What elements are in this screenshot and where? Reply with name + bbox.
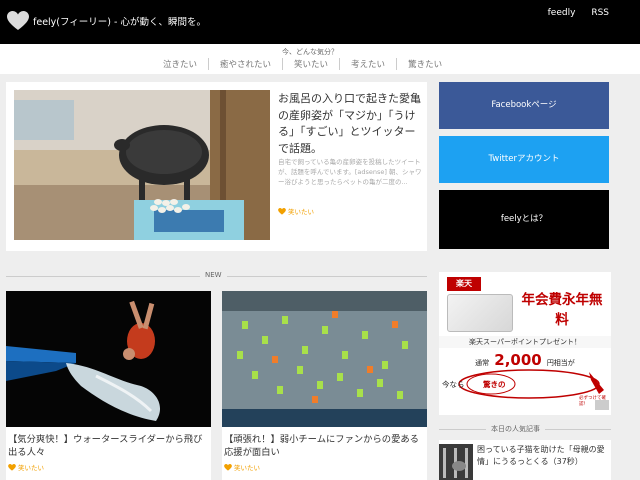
mood-laugh-link[interactable]: 笑いたい — [283, 58, 341, 70]
card-title[interactable]: 【頑張れ！】弱小チームにファンからの愛ある応援が面白い — [224, 433, 425, 459]
site-title[interactable]: feely(フィーリー) - 心が動く、瞬間を。 — [33, 14, 206, 28]
header-links: feedly RSS — [535, 8, 609, 18]
new-section-label: NEW — [200, 271, 227, 279]
heart-icon — [224, 464, 232, 471]
card-image-stadium-fans[interactable] — [222, 291, 427, 427]
card-title[interactable]: 【気分爽快！】ウォータースライダーから飛び出る人々 — [8, 433, 209, 459]
rakuten-card-ad[interactable]: 楽天 年会費永年無料 楽天スーパーポイントプレゼント！ 通常 2,000 円相当… — [439, 272, 611, 415]
mood-surprise-link[interactable]: 驚きたい — [397, 58, 453, 70]
popular-section-label: 本日の人気記事 — [486, 424, 545, 434]
about-feely-button[interactable]: feelyとは？ — [439, 190, 609, 249]
featured-image-turtle[interactable] — [14, 90, 270, 240]
card-mood-tag[interactable]: 笑いたい — [224, 462, 260, 472]
heart-logo-icon[interactable] — [7, 11, 29, 31]
card-visual — [447, 294, 513, 332]
facebook-page-button[interactable]: Facebookページ — [439, 82, 609, 129]
heart-icon — [278, 208, 286, 215]
top-header: feely(フィーリー) - 心が動く、瞬間を。 feedly RSS — [0, 0, 640, 44]
mood-cry-link[interactable]: 泣きたい — [152, 58, 210, 70]
heart-icon — [8, 464, 16, 471]
card-tag-label: 笑いたい — [234, 464, 260, 472]
ad-amount-suffix: 円相当が — [546, 359, 575, 367]
featured-article[interactable]: お風呂の入り口で起きた愛亀の産卵姿が「マジか」「うける」「すごい」とツイッターで… — [6, 82, 427, 251]
popular-thumb-image[interactable] — [439, 444, 473, 480]
rakuten-logo: 楽天 — [456, 279, 472, 288]
mood-healing-link[interactable]: 癒やされたい — [209, 58, 284, 70]
card-tag-label: 笑いたい — [18, 464, 44, 472]
popular-article-title[interactable]: 困っている子猫を助けた「母親の愛情」にうるっとくる（37秒） — [477, 444, 611, 468]
feedly-link[interactable]: feedly — [548, 8, 576, 18]
article-card[interactable]: 【気分爽快！】ウォータースライダーから飛び出る人々 笑いたい — [6, 291, 211, 480]
ad-point-label: 楽天スーパーポイントプレゼント！ — [469, 338, 581, 346]
ad-sticker: 必ずつけて確認！ — [579, 396, 606, 407]
ad-amount-value: 2,000 — [494, 351, 542, 369]
mood-question: 今、どんな気分？ — [282, 48, 338, 56]
rss-link[interactable]: RSS — [591, 8, 609, 18]
card-mood-tag[interactable]: 笑いたい — [8, 462, 44, 472]
ad-bubble-right: 驚きの — [483, 380, 506, 389]
mood-think-link[interactable]: 考えたい — [340, 58, 398, 70]
featured-title[interactable]: お風呂の入り口で起きた愛亀の産卵姿が「マジか」「うける」「すごい」とツイッターで… — [278, 91, 423, 157]
ad-amount-line: 通常 2,000 円相当が — [445, 350, 605, 369]
popular-article-item[interactable]: 困っている子猫を助けた「母親の愛情」にうるっとくる（37秒） — [439, 440, 611, 480]
ad-headline: 年会費永年無料 — [521, 292, 603, 328]
ad-amount-prefix: 通常 — [475, 359, 490, 367]
featured-excerpt: 自宅で飼っている亀の産卵姿を投稿したツイートが、話題を呼んでいます。[adsen… — [278, 158, 422, 186]
featured-mood-tag[interactable]: 笑いたい — [278, 206, 314, 216]
ad-bubble-left: 今なら — [442, 380, 465, 389]
mood-nav: 今、どんな気分？ 泣きたい 癒やされたい 笑いたい 考えたい 驚きたい — [0, 44, 640, 74]
twitter-account-button[interactable]: Twitterアカウント — [439, 136, 609, 183]
article-card[interactable]: 【頑張れ！】弱小チームにファンからの愛ある応援が面白い 笑いたい — [222, 291, 427, 480]
card-image-waterslide[interactable] — [6, 291, 211, 427]
featured-tag-label: 笑いたい — [288, 208, 314, 216]
